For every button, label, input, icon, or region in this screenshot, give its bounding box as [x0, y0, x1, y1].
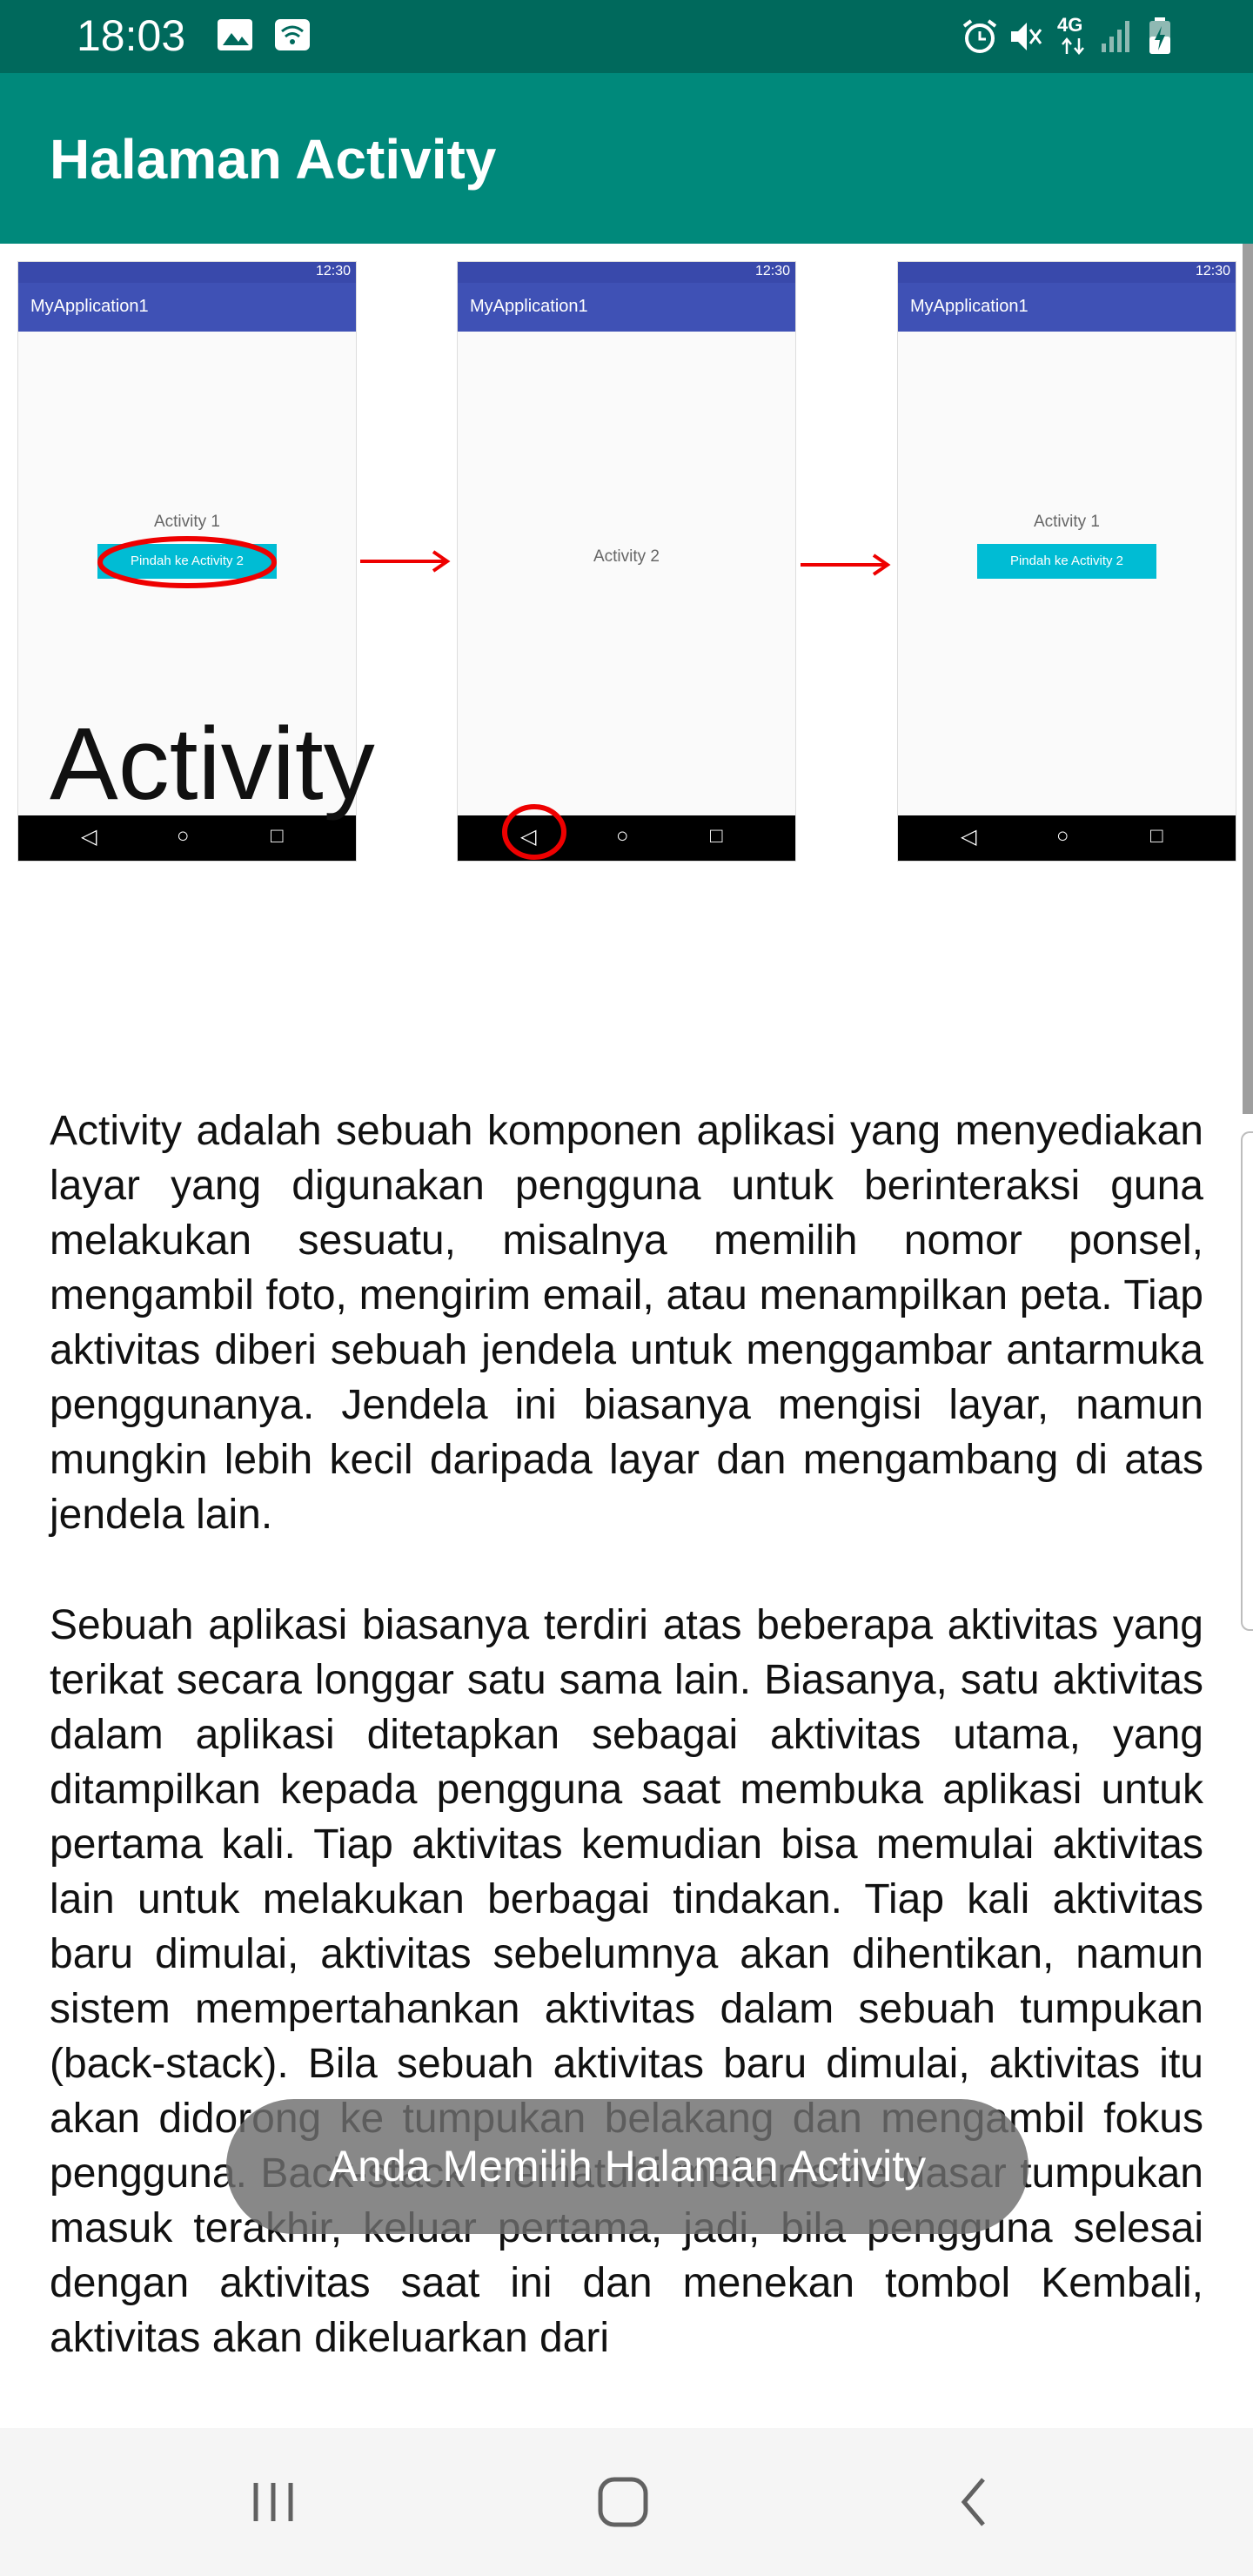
mini-status-time: 12:30 [315, 264, 351, 278]
mute-icon [1011, 23, 1042, 50]
mini-status-time: 12:30 [754, 264, 790, 278]
data-arrows-icon [1062, 37, 1084, 55]
back-icon[interactable] [940, 2467, 1009, 2537]
status-time: 18:03 [77, 11, 186, 60]
article-heading: Activity [50, 707, 375, 822]
network-type-label: 4G [1057, 14, 1083, 36]
status-bar: 18:03 4G [0, 0, 1253, 73]
battery-charging-icon [1149, 17, 1170, 54]
wifi-calling-icon [275, 19, 310, 50]
arrow-right-icon [360, 550, 451, 573]
recents-icon[interactable] [238, 2467, 308, 2537]
page-title: Halaman Activity [50, 128, 497, 191]
toast-message: Anda Memilih Halaman Activity [226, 2099, 1029, 2234]
activity-label: Activity 1 [1033, 513, 1101, 531]
highlight-circle-icon [97, 536, 277, 588]
mini-status-time: 12:30 [1195, 264, 1230, 278]
home-icon[interactable] [588, 2467, 658, 2537]
activity-label: Activity 2 [593, 547, 660, 566]
scroll-handle[interactable] [1241, 1131, 1253, 1631]
signal-icon [1102, 21, 1129, 52]
phone-mockup-activity-2: 12:30 MyApplication1 Activity 2 ◁ ○ □ [457, 261, 796, 862]
image-icon [218, 19, 252, 50]
mini-nav-bar: ◁ ○ □ [898, 815, 1236, 861]
mini-app-title: MyApplication1 [470, 297, 588, 316]
activity-label: Activity 1 [153, 513, 221, 531]
mini-button: Pindah ke Activity 2 [977, 544, 1156, 579]
phone-mockup-activity-1-return: 12:30 MyApplication1 Activity 1 Pindah k… [897, 261, 1236, 862]
system-nav-bar [0, 2428, 1253, 2576]
highlight-circle-icon [502, 804, 566, 860]
app-bar: Halaman Activity [0, 73, 1253, 244]
mini-app-title: MyApplication1 [910, 297, 1029, 316]
article-paragraph-2: Sebuah aplikasi biasanya terdiri atas be… [50, 1602, 1203, 2361]
article-paragraph-1: Activity adalah sebuah komponen aplikasi… [50, 1108, 1203, 1538]
mini-app-title: MyApplication1 [30, 297, 149, 316]
arrow-right-icon [801, 553, 891, 576]
alarm-icon [962, 19, 997, 53]
